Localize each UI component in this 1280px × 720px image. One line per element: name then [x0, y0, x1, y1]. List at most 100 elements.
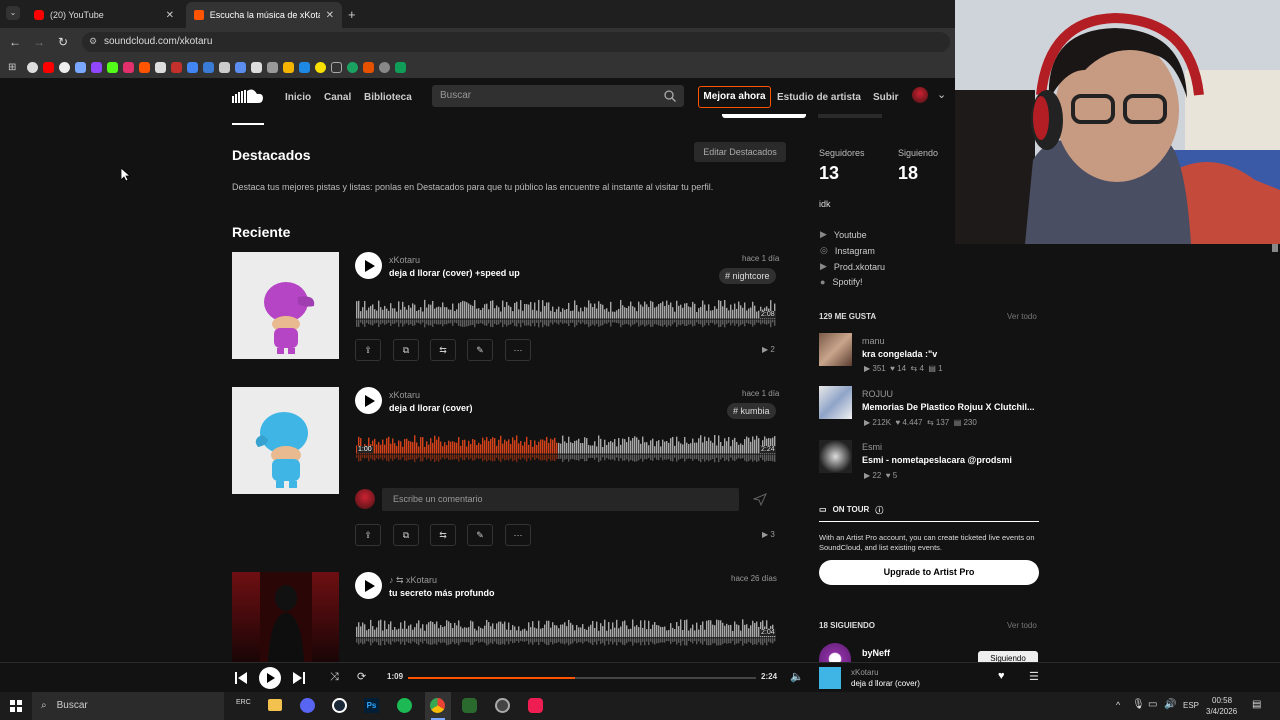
bookmark-icon[interactable]	[219, 61, 230, 73]
followers-count[interactable]: 13	[819, 163, 839, 184]
x-bookmark-icon[interactable]	[155, 61, 166, 73]
progress-track[interactable]	[408, 677, 756, 679]
repost-icon[interactable]: ⇆	[430, 524, 456, 546]
bookmark-icon[interactable]	[267, 61, 278, 73]
track-artwork[interactable]	[232, 387, 339, 494]
tab-soundcloud[interactable]: Escucha la música de xKotaru | ✕	[186, 2, 342, 28]
upload-link[interactable]: Subir	[873, 92, 899, 103]
previous-track-icon[interactable]	[234, 671, 248, 685]
bookmark-icon[interactable]	[75, 61, 86, 73]
info-icon[interactable]: ⓘ	[875, 505, 883, 516]
taskbar-search[interactable]: ⌕ Buscar	[32, 692, 224, 720]
youtube-bookmark-icon[interactable]	[43, 61, 54, 73]
bookmark-icon[interactable]	[59, 61, 70, 73]
nav-home[interactable]: Inicio	[285, 92, 311, 103]
google-bookmark-icon[interactable]	[27, 61, 38, 73]
forward-icon[interactable]: →	[27, 35, 51, 49]
upgrade-button[interactable]: Mejora ahora	[698, 86, 771, 108]
bookmark-icon[interactable]	[331, 61, 342, 73]
new-tab-icon[interactable]: +	[348, 7, 356, 22]
task-view-icon[interactable]: ERC	[236, 699, 251, 711]
photoshop-icon[interactable]: Ps	[364, 698, 379, 713]
search-input[interactable]: Buscar	[432, 85, 684, 107]
like-user[interactable]: ROJUU	[862, 389, 893, 399]
bookmark-icon[interactable]	[235, 61, 246, 73]
track-artwork[interactable]	[232, 572, 339, 662]
play-pause-button[interactable]	[259, 667, 281, 689]
waveform[interactable]	[356, 290, 776, 330]
bookmark-icon[interactable]	[251, 61, 262, 73]
spotify-icon[interactable]	[397, 698, 412, 713]
soundcloud-bookmark-icon[interactable]	[139, 61, 150, 73]
language-indicator[interactable]: ESP	[1183, 701, 1199, 710]
next-track-icon[interactable]	[292, 671, 306, 685]
obs-icon[interactable]	[495, 698, 510, 713]
followers-label[interactable]: Seguidores	[819, 148, 865, 158]
avatar[interactable]	[819, 643, 851, 663]
translate-bookmark-icon[interactable]	[187, 61, 198, 73]
bookmark-icon[interactable]	[299, 61, 310, 73]
track-title[interactable]: deja d llorar (cover) +speed up	[389, 268, 520, 278]
search-icon[interactable]	[664, 90, 676, 102]
notifications-icon[interactable]: ▤	[1252, 699, 1261, 710]
track-artist[interactable]: xKotaru	[389, 390, 420, 400]
like-user[interactable]: Esmi	[862, 442, 882, 452]
waveform[interactable]	[356, 425, 776, 465]
track-title[interactable]: tu secreto más profundo	[389, 588, 495, 598]
following-user[interactable]: byNeff	[862, 648, 890, 658]
kick-bookmark-icon[interactable]	[107, 61, 118, 73]
edit-icon[interactable]: ✎	[467, 339, 493, 361]
upgrade-artist-pro-button[interactable]: Upgrade to Artist Pro	[819, 560, 1039, 585]
waveform[interactable]	[356, 610, 776, 650]
taskbar-active-app[interactable]	[425, 692, 451, 720]
steam-icon[interactable]	[332, 698, 347, 713]
track-artist[interactable]: xKotaru	[389, 255, 420, 265]
twitch-bookmark-icon[interactable]	[91, 61, 102, 73]
like-artwork[interactable]	[819, 386, 852, 419]
volume-icon[interactable]: 🔊	[1164, 699, 1176, 710]
play-button[interactable]	[355, 387, 382, 414]
bookmark-icon[interactable]	[171, 61, 182, 73]
link-spotify[interactable]: ● Spotify!	[820, 277, 862, 287]
microphone-icon[interactable]: 🎙	[1132, 699, 1145, 710]
shuffle-icon[interactable]: ⤨	[330, 671, 339, 684]
app-icon[interactable]	[462, 698, 477, 713]
tab-list-icon[interactable]: ⌄	[6, 6, 20, 20]
play-button[interactable]	[355, 572, 382, 599]
link-instagram[interactable]: ◎ Instagram	[820, 245, 875, 256]
clock-time[interactable]: 00:58	[1212, 696, 1232, 705]
bookmark-icon[interactable]	[379, 61, 390, 73]
link-youtube[interactable]: ▶ Youtube	[820, 229, 867, 240]
clock-date[interactable]: 3/4/2026	[1206, 707, 1237, 716]
repost-icon[interactable]: ⇆	[430, 339, 456, 361]
like-title[interactable]: Memorias De Plastico Rojuu X Clutchil...	[862, 402, 1035, 412]
track-artist[interactable]: xKotaru	[406, 575, 437, 585]
discord-icon[interactable]	[300, 698, 315, 713]
following-count[interactable]: 18	[898, 163, 918, 184]
more-icon[interactable]: ···	[505, 339, 531, 361]
bookmark-icon[interactable]	[347, 61, 358, 73]
chevron-down-icon[interactable]: ⌄	[937, 88, 946, 101]
sheets-bookmark-icon[interactable]	[395, 61, 406, 73]
play-button[interactable]	[355, 252, 382, 279]
likes-header[interactable]: 129 ME GUSTA	[819, 312, 876, 321]
copy-link-icon[interactable]: ⧉	[393, 524, 419, 546]
like-user[interactable]: manu	[862, 336, 885, 346]
now-playing-artist[interactable]: xKotaru	[851, 668, 879, 677]
track-artwork[interactable]	[232, 252, 339, 359]
soundcloud-logo-icon[interactable]	[232, 88, 264, 104]
profile-button[interactable]	[818, 114, 882, 118]
windows-start-icon[interactable]	[10, 700, 22, 712]
profile-button[interactable]	[722, 114, 806, 118]
following-header[interactable]: 18 SIGUIENDO	[819, 621, 875, 630]
artist-studio-link[interactable]: Estudio de artista	[777, 92, 861, 103]
now-playing-title[interactable]: deja d llorar (cover)	[851, 679, 920, 688]
site-info-icon[interactable]: ⚙	[89, 36, 97, 47]
tiktok-icon[interactable]	[528, 698, 543, 713]
bookmark-icon[interactable]	[203, 61, 214, 73]
back-icon[interactable]: ←	[3, 35, 27, 49]
comment-input[interactable]: Escribe un comentario	[382, 488, 739, 511]
like-artwork[interactable]	[819, 440, 852, 473]
share-icon[interactable]: ⇪	[355, 339, 381, 361]
copy-link-icon[interactable]: ⧉	[393, 339, 419, 361]
